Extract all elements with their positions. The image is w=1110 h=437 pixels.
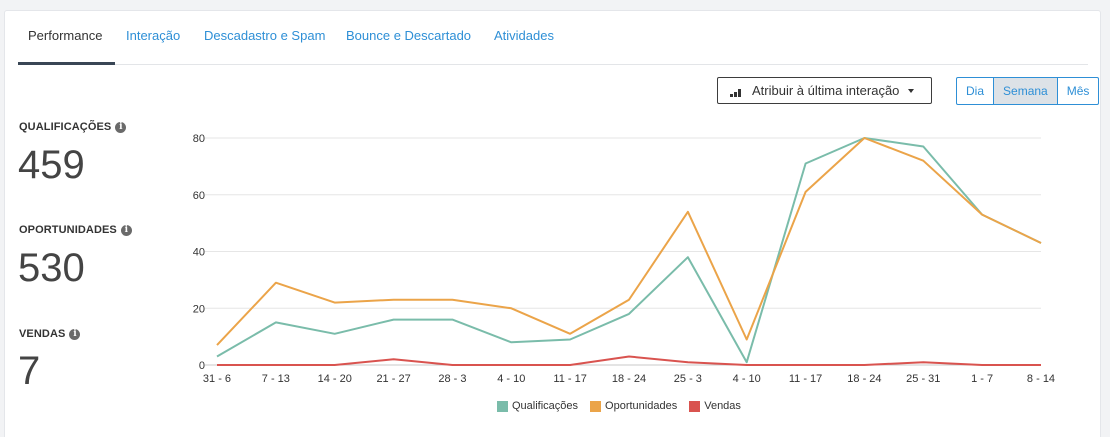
x-tick-label: 8 - 14	[1027, 373, 1055, 385]
series-line-vendas	[217, 355, 1041, 366]
legend-label: Oportunidades	[605, 400, 678, 412]
x-tick-label: 21 - 27	[376, 373, 410, 385]
legend-label: Qualificações	[512, 400, 579, 412]
x-tick-label: 11 - 17	[789, 373, 822, 385]
x-tick-label: 31 - 6	[203, 373, 231, 385]
x-tick-label: 7 - 13	[262, 373, 290, 385]
performance-line-chart: 0 20 40 60 80 31 - 6 7 - 13 14 - 20 21 - 27 28 - …	[193, 133, 1055, 385]
series-line-qualificações	[216, 137, 1042, 364]
legend-swatch	[689, 400, 701, 412]
y-tick-label: 0	[199, 360, 205, 372]
x-tick-label: 28 - 3	[438, 373, 466, 385]
legend-swatch	[590, 400, 602, 412]
x-tick-label: 18 - 24	[847, 373, 881, 385]
legend-label: Vendas	[704, 400, 741, 412]
x-tick-label: 18 - 24	[612, 373, 646, 385]
legend-item[interactable]: Qualificações	[497, 400, 578, 412]
legend-item[interactable]: Oportunidades	[590, 400, 677, 412]
y-tick-label: 20	[193, 303, 205, 315]
x-tick-label: 25 - 3	[674, 373, 702, 385]
x-tick-label: 14 - 20	[318, 373, 352, 385]
chart-legend: Qualificações Oportunidades Vendas	[497, 400, 753, 412]
x-tick-label: 11 - 17	[553, 373, 586, 385]
legend-swatch	[497, 400, 508, 412]
x-tick-label: 1 - 7	[971, 373, 993, 385]
y-tick-label: 60	[193, 190, 205, 202]
x-tick-label: 4 - 10	[733, 373, 761, 385]
x-tick-label: 25 - 31	[906, 373, 940, 385]
y-tick-label: 80	[193, 133, 205, 145]
y-tick-label: 40	[193, 247, 205, 259]
legend-item[interactable]: Vendas	[689, 400, 741, 412]
x-tick-label: 4 - 10	[497, 373, 525, 385]
